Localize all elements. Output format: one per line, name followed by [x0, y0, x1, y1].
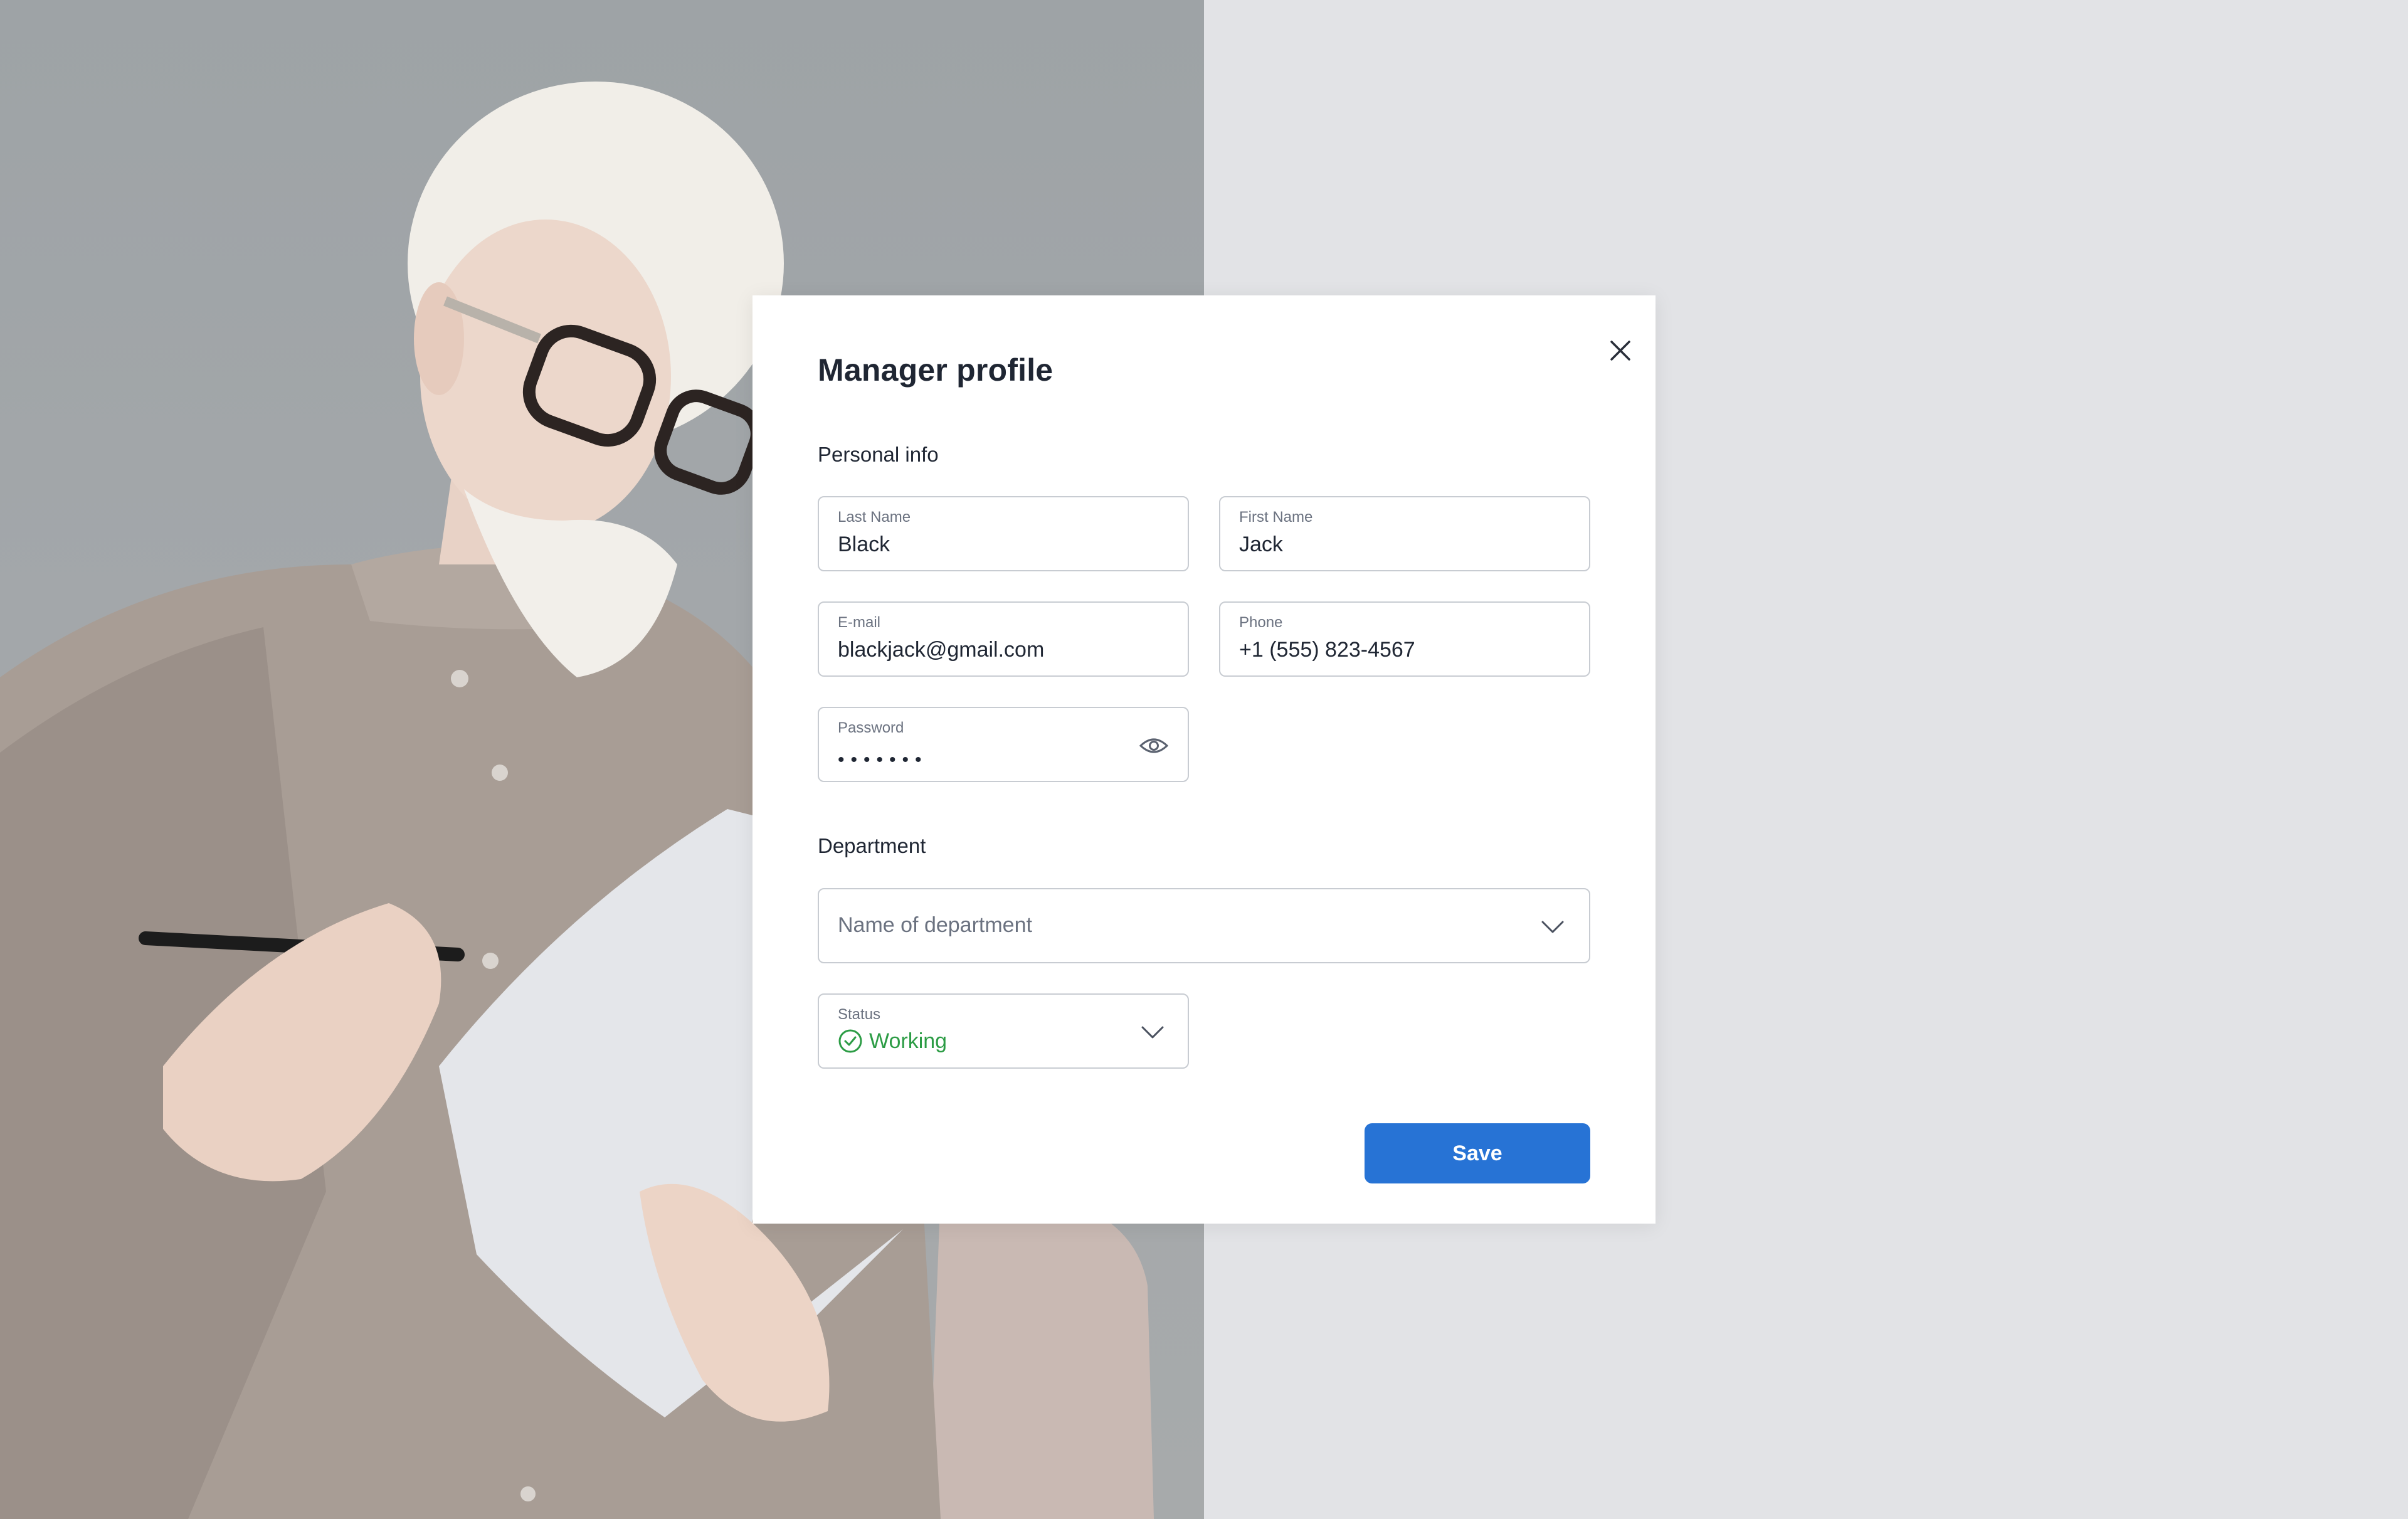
eye-icon[interactable]	[1139, 732, 1169, 760]
last-name-field[interactable]: Last Name	[818, 496, 1189, 571]
manager-profile-dialog: Manager profile Personal info Last Name …	[752, 295, 1656, 1224]
password-masked-value[interactable]: •••••••	[838, 749, 928, 771]
phone-field[interactable]: Phone	[1219, 601, 1590, 677]
email-label: E-mail	[838, 614, 881, 631]
last-name-input[interactable]	[838, 532, 1139, 557]
check-circle-icon	[838, 1029, 862, 1053]
save-button[interactable]: Save	[1365, 1123, 1590, 1183]
last-name-label: Last Name	[838, 509, 911, 526]
status-label: Status	[838, 1006, 881, 1023]
password-label: Password	[838, 719, 904, 736]
department-select[interactable]: Name of department	[818, 888, 1590, 963]
close-button[interactable]	[1593, 323, 1648, 378]
phone-label: Phone	[1239, 614, 1283, 631]
department-heading: Department	[818, 834, 926, 857]
password-field[interactable]: Password •••••••	[818, 707, 1189, 782]
chevron-down-icon	[1541, 921, 1564, 933]
phone-input[interactable]	[1239, 638, 1540, 662]
status-select[interactable]: Status Working	[818, 993, 1189, 1069]
chevron-down-icon	[1141, 1026, 1164, 1039]
email-input[interactable]	[838, 638, 1139, 662]
status-value: Working	[838, 1029, 947, 1054]
department-placeholder: Name of department	[838, 913, 1032, 937]
first-name-field[interactable]: First Name	[1219, 496, 1590, 571]
first-name-input[interactable]	[1239, 532, 1540, 557]
dialog-title: Manager profile	[818, 352, 1054, 388]
first-name-label: First Name	[1239, 509, 1313, 526]
status-text: Working	[869, 1029, 948, 1053]
personal-info-heading: Personal info	[818, 443, 939, 466]
close-icon	[1610, 341, 1630, 361]
email-field[interactable]: E-mail	[818, 601, 1189, 677]
